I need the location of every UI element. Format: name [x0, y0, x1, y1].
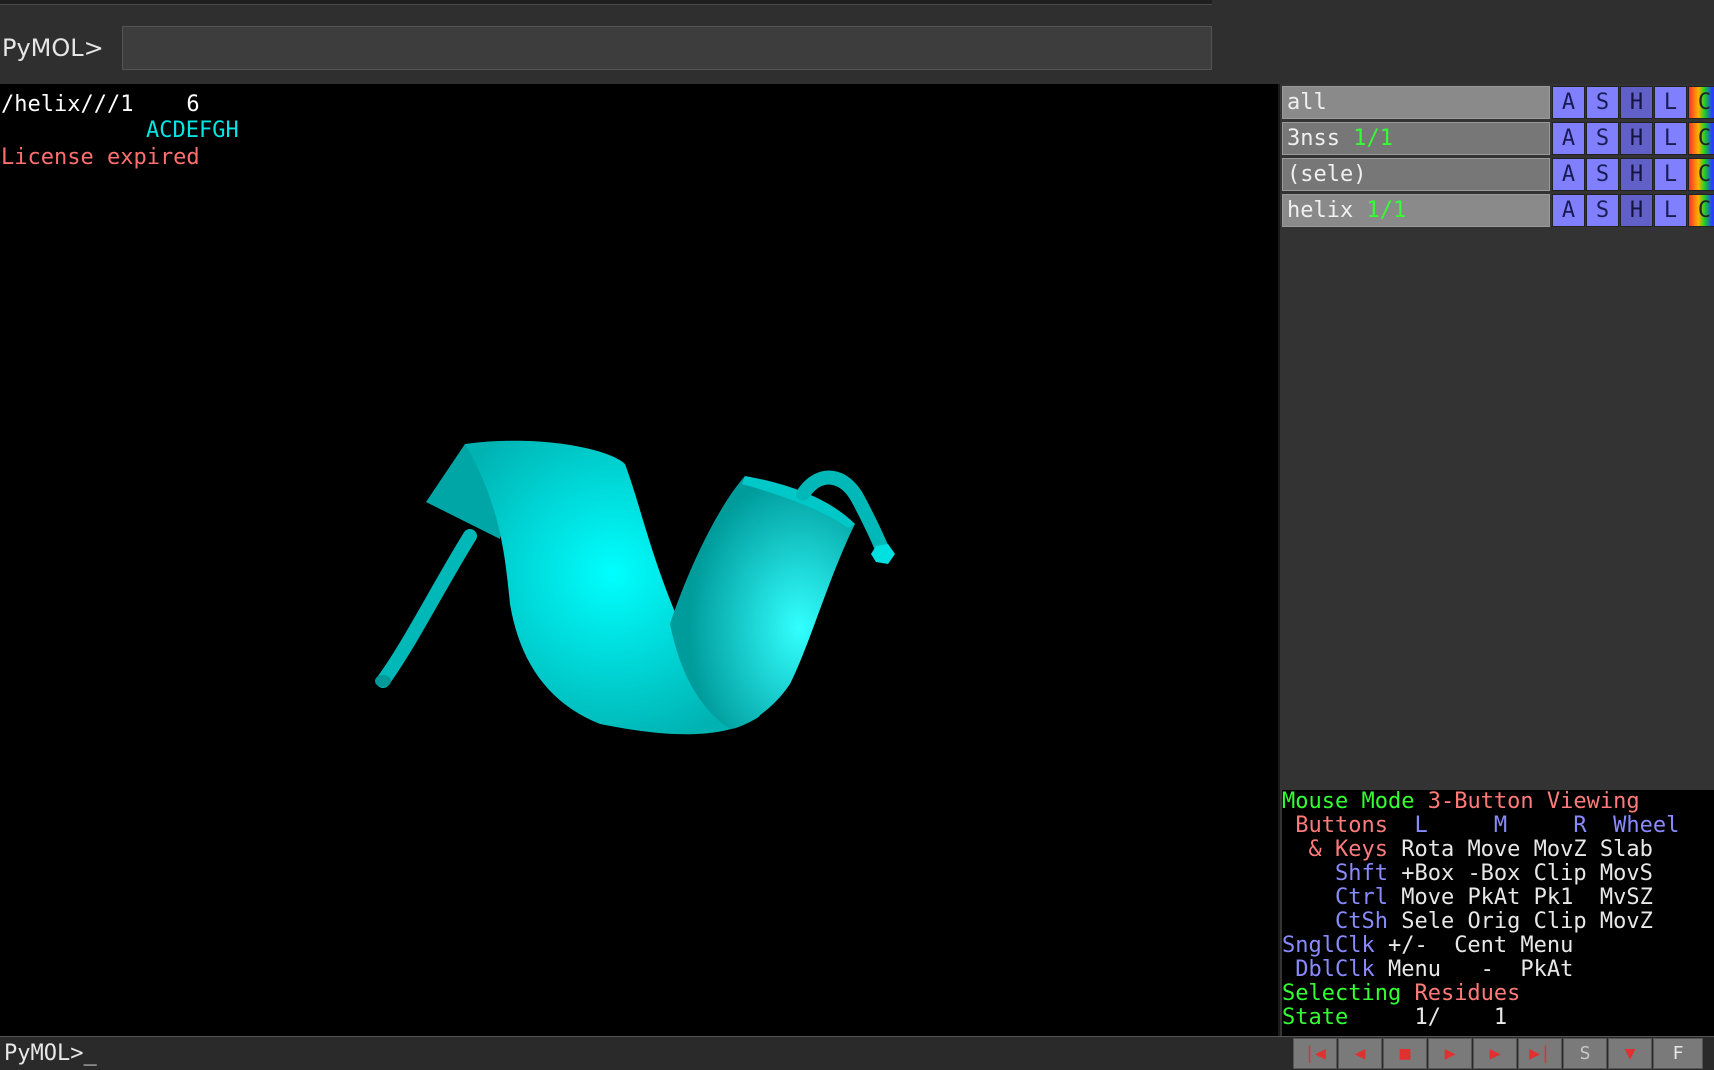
object-label: (sele) [1287, 162, 1367, 187]
rewind-icon[interactable]: |◀ [1293, 1038, 1337, 1069]
show-button[interactable]: S [1586, 158, 1619, 191]
label-button[interactable]: L [1654, 194, 1687, 227]
object-label: 3nss [1287, 126, 1354, 151]
console-prompt[interactable]: PyMOL>_ [4, 1041, 97, 1066]
command-prompt-label: PyMOL> [2, 34, 104, 62]
show-button[interactable]: S [1586, 86, 1619, 119]
show-button[interactable]: S [1586, 122, 1619, 155]
buttons-header: Buttons L M R Wheel [1282, 813, 1680, 838]
state-indicator: State 1/ 1 [1282, 1005, 1508, 1030]
step-forward-icon[interactable]: ▶ [1473, 1038, 1517, 1069]
object-state: 1/1 [1353, 126, 1393, 151]
movie-controls: |◀ ◀ ■ ▶ ▶ ▶| S ▼ F [1280, 1036, 1714, 1070]
keys-row: & Keys Rota Move MovZ Slab [1282, 837, 1653, 862]
output-scroll-edge [0, 0, 1212, 5]
object-row-all: all A S H L C [1282, 86, 1714, 119]
command-input[interactable] [122, 26, 1212, 70]
helix-cartoon[interactable] [0, 84, 1278, 1036]
object-row-helix: helix 1/1 A S H L C [1282, 194, 1714, 227]
single-click-row: SnglClk +/- Cent Menu [1282, 933, 1574, 958]
color-button[interactable]: C [1688, 158, 1714, 191]
step-back-icon[interactable]: ◀ [1338, 1038, 1382, 1069]
end-icon[interactable]: ▶| [1518, 1038, 1562, 1069]
sequence-toggle-button[interactable]: S [1563, 1038, 1607, 1069]
object-row-sele: (sele) A S H L C [1282, 158, 1714, 191]
object-name-sele[interactable]: (sele) [1282, 158, 1550, 191]
coil-end-left [375, 675, 391, 687]
mouse-mode-panel[interactable]: Mouse Mode 3-Button Viewing Buttons L M … [1282, 790, 1714, 1036]
fullscreen-button[interactable]: F [1653, 1038, 1703, 1069]
color-button[interactable]: C [1688, 86, 1714, 119]
stop-icon[interactable]: ■ [1383, 1038, 1427, 1069]
mouse-mode-title: Mouse Mode 3-Button Viewing [1282, 790, 1640, 814]
object-label: helix [1287, 198, 1367, 223]
object-name-all[interactable]: all [1282, 86, 1550, 119]
chevron-down-icon[interactable]: ▼ [1608, 1038, 1652, 1069]
command-bar: PyMOL> [0, 0, 1714, 84]
object-state: 1/1 [1366, 198, 1407, 223]
ctrl-row: Ctrl Move PkAt Pk1 MvSZ [1282, 885, 1653, 910]
hide-button[interactable]: H [1620, 122, 1653, 155]
hide-button[interactable]: H [1620, 194, 1653, 227]
color-button[interactable]: C [1688, 122, 1714, 155]
double-click-row: DblClk Menu - PkAt [1282, 957, 1574, 982]
hide-button[interactable]: H [1620, 158, 1653, 191]
label-button[interactable]: L [1654, 122, 1687, 155]
shift-row: Shft +Box -Box Clip MovS [1282, 861, 1653, 886]
ctrl-shift-row: CtSh Sele Orig Clip MovZ [1282, 909, 1653, 934]
actions-button[interactable]: A [1552, 86, 1585, 119]
actions-button[interactable]: A [1552, 158, 1585, 191]
3d-viewport[interactable]: /helix///1 6 ACDEFGH License expired [0, 84, 1278, 1036]
object-name-3nss[interactable]: 3nss 1/1 [1282, 122, 1550, 155]
object-row-3nss: 3nss 1/1 A S H L C [1282, 122, 1714, 155]
selecting-mode[interactable]: Selecting Residues [1282, 982, 1520, 1006]
object-label: all [1287, 90, 1327, 115]
actions-button[interactable]: A [1552, 194, 1585, 227]
hide-button[interactable]: H [1620, 86, 1653, 119]
play-icon[interactable]: ▶ [1428, 1038, 1472, 1069]
object-name-helix[interactable]: helix 1/1 [1282, 194, 1550, 227]
color-button[interactable]: C [1688, 194, 1714, 227]
coil-tube-left [376, 529, 477, 688]
actions-button[interactable]: A [1552, 122, 1585, 155]
show-button[interactable]: S [1586, 194, 1619, 227]
label-button[interactable]: L [1654, 86, 1687, 119]
label-button[interactable]: L [1654, 158, 1687, 191]
